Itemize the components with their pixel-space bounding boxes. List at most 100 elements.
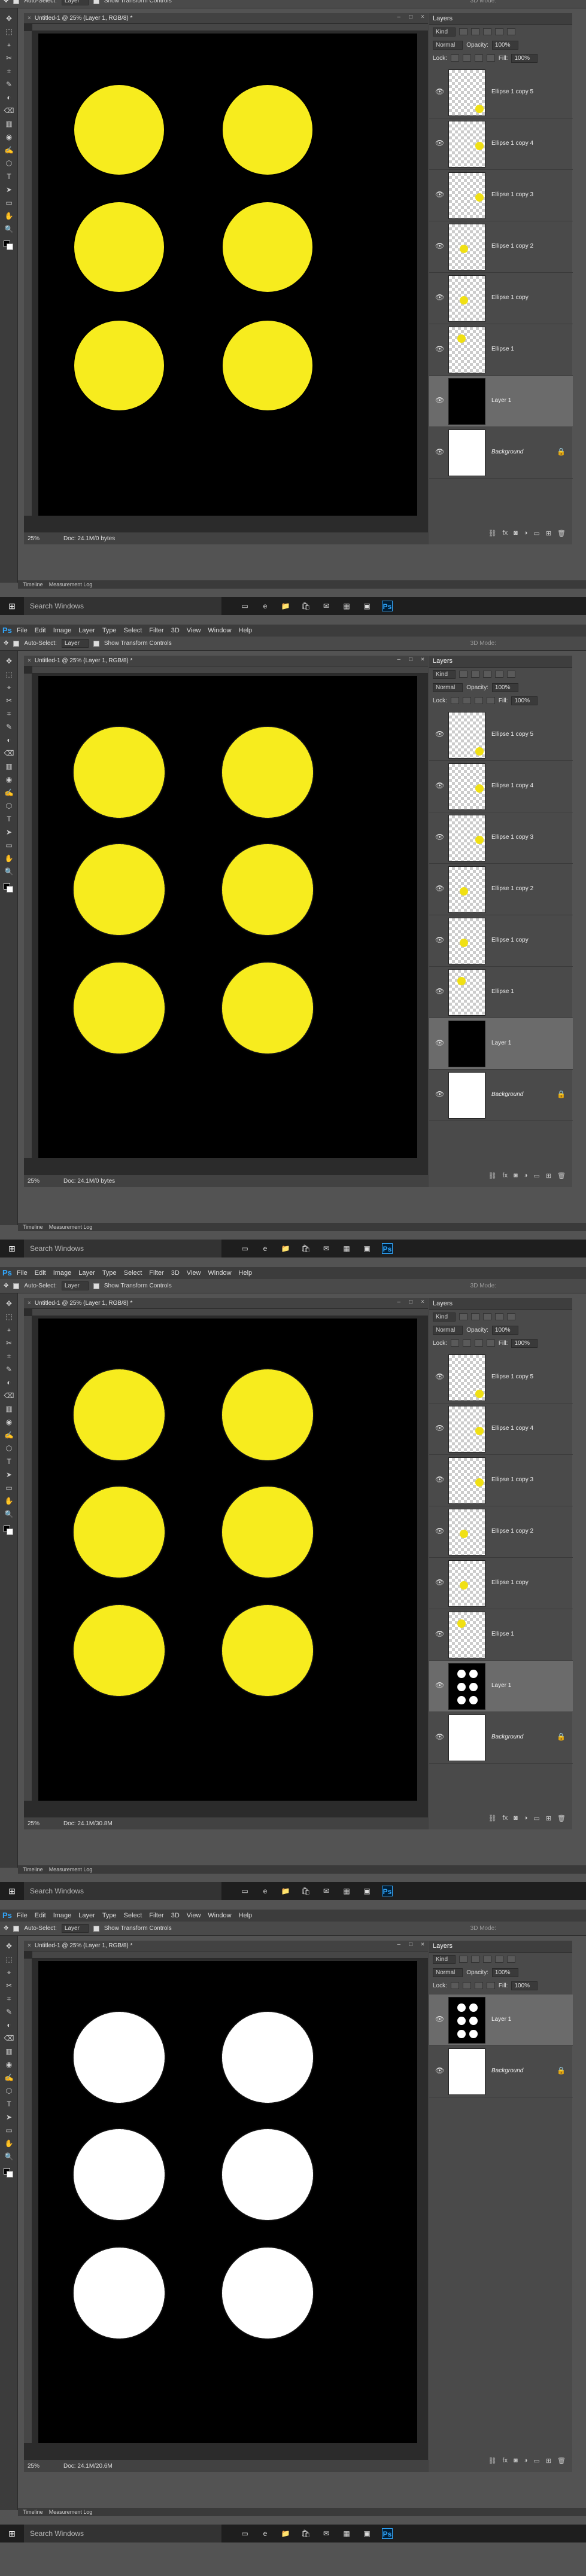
menu-item-window[interactable]: Window [204,627,235,634]
auto-select-dropdown[interactable]: Layer [61,0,89,5]
menu-item-image[interactable]: Image [50,627,75,634]
pen-tool-icon[interactable]: ✍ [4,1430,14,1441]
menu-item-type[interactable]: Type [99,627,120,634]
blur-tool-icon[interactable]: ◉ [4,1417,14,1427]
auto-select-dropdown[interactable]: Layer [61,1924,89,1933]
shape-tool-icon[interactable]: ⬡ [4,1443,14,1454]
visibility-eye-icon[interactable]: 👁 [435,1475,445,1484]
menu-item-file[interactable]: File [13,1912,31,1919]
gradient-tool-icon[interactable]: ▥ [4,1403,14,1414]
dodge-tool-icon[interactable]: ◐ [4,735,14,745]
canvas[interactable] [38,1319,417,1801]
dodge-tool-icon[interactable]: ◐ [4,2020,14,2030]
layer-row[interactable]: 👁 Ellipse 1 copy 2 [429,864,573,915]
edge-icon[interactable]: e [260,1243,271,1254]
store-icon[interactable]: 🛍 [300,2528,311,2539]
calculator-icon[interactable]: ▦ [341,1243,352,1254]
lock-position-icon[interactable] [462,1339,471,1347]
fill-field[interactable]: 100% [511,1981,538,1990]
link-layers-icon[interactable]: ⛓ [488,2457,497,2465]
visibility-eye-icon[interactable]: 👁 [435,1424,445,1432]
timeline-tab[interactable]: Measurement Log [49,1224,93,1230]
opacity-field[interactable]: 100% [491,1968,518,1977]
store-icon[interactable]: 🛍 [300,1886,311,1896]
rectangle-tool-icon[interactable]: ▭ [4,840,14,851]
file-explorer-icon[interactable]: 📁 [280,601,291,611]
timeline-tab[interactable]: Measurement Log [49,2509,93,2515]
file-explorer-icon[interactable]: 📁 [280,2528,291,2539]
auto-select-dropdown[interactable]: Layer [61,639,89,648]
add-mask-icon[interactable]: ◙ [514,1814,518,1822]
fx-icon[interactable]: fx [503,529,508,537]
brush-tool-icon[interactable]: ✎ [4,1364,14,1375]
move-tool-icon[interactable]: ✥ [4,640,8,647]
lock-position-icon[interactable] [462,1982,471,1989]
kind-filter-dropdown[interactable]: Kind [433,27,456,36]
windows-start-icon[interactable]: ⊞ [0,1882,24,1900]
visibility-eye-icon[interactable]: 👁 [435,1630,445,1638]
path-select-tool-icon[interactable]: ➤ [4,184,14,195]
menu-item-edit[interactable]: Edit [31,1912,50,1919]
lasso-tool-icon[interactable]: ⌖ [4,1324,14,1335]
close-icon[interactable]: × [421,1941,424,1948]
lock-pixels-icon[interactable] [450,54,459,62]
kind-filter-dropdown[interactable]: Kind [433,669,456,679]
transform-controls-checkbox[interactable] [93,640,99,647]
lock-pixels-icon[interactable] [450,1982,459,1989]
menu-item-image[interactable]: Image [50,1269,75,1277]
menu-item-type[interactable]: Type [99,1912,120,1919]
background-color-swatch[interactable] [7,1528,13,1535]
close-icon[interactable]: × [421,1299,424,1305]
shape-tool-icon[interactable]: ⬡ [4,158,14,169]
auto-select-checkbox[interactable] [13,1283,20,1289]
maximize-icon[interactable]: □ [409,14,412,20]
new-group-icon[interactable]: ▭ [533,529,539,537]
blur-tool-icon[interactable]: ◉ [4,132,14,142]
move-tool-icon[interactable]: ✥ [4,1283,8,1289]
taskbar-search-field[interactable]: Search Windows [24,1882,221,1900]
background-color-swatch[interactable] [7,243,13,250]
fill-field[interactable]: 100% [511,696,538,705]
layer-row[interactable]: 👁 Ellipse 1 [429,324,573,376]
visibility-eye-icon[interactable]: 👁 [435,1681,445,1689]
color-swatches[interactable] [4,1525,13,1535]
new-group-icon[interactable]: ▭ [533,1814,539,1822]
type-filter-icon[interactable] [483,28,492,35]
maximize-icon[interactable]: □ [409,1299,412,1305]
menu-item-help[interactable]: Help [235,1269,256,1277]
minimize-icon[interactable]: – [397,656,401,663]
adjust-filter-icon[interactable] [471,28,480,35]
layer-row[interactable]: 👁 Ellipse 1 copy [429,915,573,967]
layer-row[interactable]: 👁 Ellipse 1 copy 4 [429,761,573,812]
lock-pixels-icon[interactable] [450,697,459,704]
transform-controls-checkbox[interactable] [93,1925,99,1932]
layer-row[interactable]: 👁 Ellipse 1 copy 5 [429,67,573,118]
layer-row[interactable]: 👁 Background 🔒 [429,427,573,479]
move-tool-icon[interactable]: ✥ [4,1925,8,1932]
lock-artboard-icon[interactable] [474,54,483,62]
visibility-eye-icon[interactable]: 👁 [435,139,445,147]
task-view-icon[interactable]: ▭ [239,1886,250,1896]
layer-row[interactable]: 👁 Background 🔒 [429,1712,573,1764]
maximize-icon[interactable]: □ [409,1941,412,1948]
canvas[interactable] [38,676,417,1158]
timeline-tab[interactable]: Timeline [23,581,43,587]
transform-controls-checkbox[interactable] [93,1283,99,1289]
move-tool-icon[interactable]: ✥ [4,0,8,4]
smart-filter-icon[interactable] [507,671,516,678]
color-swatches[interactable] [4,240,13,250]
layer-row[interactable]: 👁 Layer 1 [429,1018,573,1070]
menu-item-layer[interactable]: Layer [75,1269,99,1277]
type-filter-icon[interactable] [483,1313,492,1320]
visibility-eye-icon[interactable]: 👁 [435,936,445,944]
marquee-tool-icon[interactable]: ⬚ [4,1311,14,1322]
eraser-tool-icon[interactable]: ⌫ [4,105,14,116]
type-tool-icon[interactable]: T [4,814,14,824]
layer-row[interactable]: 👁 Ellipse 1 [429,1609,573,1661]
delete-layer-icon[interactable]: 🗑 [557,2457,566,2465]
document-tab[interactable]: × Untitled-1 @ 25% (Layer 1, RGB/8) * – □ × [24,13,428,24]
visibility-eye-icon[interactable]: 👁 [435,396,445,404]
zoom-level[interactable]: 25% [28,1820,40,1827]
add-mask-icon[interactable]: ◙ [514,2457,518,2464]
menu-item-file[interactable]: File [13,1269,31,1277]
